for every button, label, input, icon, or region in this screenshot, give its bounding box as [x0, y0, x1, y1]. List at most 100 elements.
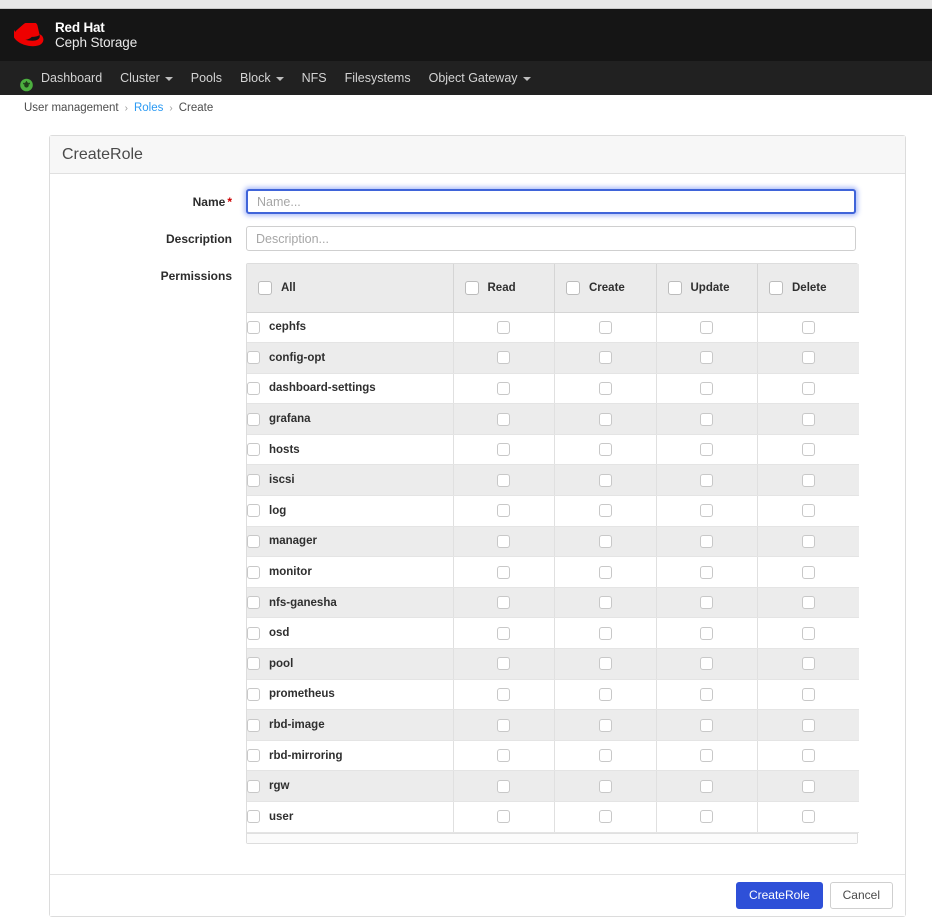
nav-item-pools[interactable]: Pools [182, 61, 231, 95]
checkbox-nfs-ganesha-update[interactable] [700, 596, 714, 610]
checkbox-header-update[interactable] [667, 280, 682, 295]
checkbox-header-delete[interactable] [769, 280, 783, 295]
checkbox-config-opt-delete[interactable] [802, 351, 815, 365]
checkbox-manager-delete[interactable] [802, 534, 815, 548]
checkbox-all-osd[interactable] [247, 626, 260, 640]
checkbox-config-opt-create[interactable] [598, 351, 612, 365]
create-role-submit-button[interactable]: CreateRole [735, 881, 823, 909]
nav-item-cluster[interactable]: Cluster [111, 61, 182, 95]
checkbox-iscsi-create[interactable] [598, 473, 612, 487]
checkbox-rbd-mirroring-update[interactable] [700, 749, 714, 763]
description-input[interactable] [246, 226, 856, 251]
checkbox-user-create[interactable] [598, 810, 612, 824]
checkbox-user-read[interactable] [497, 810, 511, 824]
checkbox-rbd-mirroring-read[interactable] [497, 749, 511, 763]
checkbox-header-all[interactable] [258, 280, 272, 295]
checkbox-rgw-read[interactable] [497, 779, 511, 793]
checkbox-manager-update[interactable] [700, 534, 714, 548]
checkbox-rbd-mirroring-delete[interactable] [802, 749, 815, 763]
checkbox-hosts-delete[interactable] [802, 443, 815, 457]
checkbox-nfs-ganesha-read[interactable] [497, 596, 511, 610]
checkbox-manager-create[interactable] [598, 534, 612, 548]
checkbox-all-user[interactable] [247, 810, 260, 824]
checkbox-osd-read[interactable] [497, 626, 511, 640]
breadcrumb-item-roles[interactable]: Roles [134, 102, 163, 114]
checkbox-all-manager[interactable] [247, 534, 260, 548]
checkbox-rbd-image-delete[interactable] [802, 718, 815, 732]
checkbox-all-grafana[interactable] [247, 412, 260, 426]
checkbox-all-cephfs[interactable] [247, 320, 260, 334]
checkbox-log-create[interactable] [598, 504, 612, 518]
checkbox-all-log[interactable] [247, 504, 260, 518]
checkbox-config-opt-update[interactable] [700, 351, 714, 365]
nav-item-nfs[interactable]: NFS [293, 61, 336, 95]
checkbox-log-delete[interactable] [802, 504, 815, 518]
checkbox-log-update[interactable] [700, 504, 714, 518]
checkbox-all-iscsi[interactable] [247, 473, 260, 487]
checkbox-rbd-image-create[interactable] [598, 718, 612, 732]
checkbox-all-prometheus[interactable] [247, 687, 260, 701]
checkbox-grafana-update[interactable] [700, 412, 714, 426]
checkbox-pool-delete[interactable] [802, 657, 815, 671]
checkbox-iscsi-read[interactable] [497, 473, 511, 487]
checkbox-cephfs-delete[interactable] [802, 320, 815, 334]
name-input[interactable] [246, 189, 856, 214]
checkbox-osd-create[interactable] [598, 626, 612, 640]
checkbox-all-rgw[interactable] [247, 779, 260, 793]
checkbox-dashboard-settings-read[interactable] [497, 381, 511, 395]
checkbox-all-dashboard-settings[interactable] [247, 381, 260, 395]
nav-item-dashboard[interactable]: Dashboard [10, 61, 111, 95]
checkbox-prometheus-create[interactable] [598, 687, 612, 701]
checkbox-all-rbd-image[interactable] [247, 718, 260, 732]
checkbox-user-update[interactable] [700, 810, 714, 824]
checkbox-dashboard-settings-create[interactable] [598, 381, 612, 395]
checkbox-cephfs-create[interactable] [598, 320, 612, 334]
checkbox-monitor-delete[interactable] [802, 565, 815, 579]
nav-item-object-gateway[interactable]: Object Gateway [420, 61, 540, 95]
checkbox-header-read[interactable] [464, 280, 479, 295]
checkbox-all-nfs-ganesha[interactable] [247, 596, 260, 610]
checkbox-cephfs-read[interactable] [497, 320, 511, 334]
checkbox-rgw-delete[interactable] [802, 779, 815, 793]
checkbox-all-hosts[interactable] [247, 443, 260, 457]
checkbox-monitor-update[interactable] [700, 565, 714, 579]
checkbox-grafana-read[interactable] [497, 412, 511, 426]
checkbox-manager-read[interactable] [497, 534, 511, 548]
checkbox-header-create[interactable] [566, 280, 580, 295]
checkbox-rbd-image-update[interactable] [700, 718, 714, 732]
checkbox-osd-update[interactable] [700, 626, 714, 640]
checkbox-hosts-create[interactable] [598, 443, 612, 457]
checkbox-iscsi-update[interactable] [700, 473, 714, 487]
checkbox-osd-delete[interactable] [802, 626, 815, 640]
checkbox-monitor-create[interactable] [598, 565, 612, 579]
checkbox-monitor-read[interactable] [497, 565, 511, 579]
checkbox-pool-read[interactable] [497, 657, 511, 671]
checkbox-pool-create[interactable] [598, 657, 612, 671]
nav-item-filesystems[interactable]: Filesystems [336, 61, 420, 95]
checkbox-hosts-update[interactable] [700, 443, 714, 457]
cancel-button[interactable]: Cancel [829, 881, 893, 909]
checkbox-config-opt-read[interactable] [497, 351, 511, 365]
checkbox-pool-update[interactable] [700, 657, 714, 671]
checkbox-log-read[interactable] [497, 504, 511, 518]
checkbox-hosts-read[interactable] [497, 443, 511, 457]
checkbox-rgw-update[interactable] [700, 779, 714, 793]
checkbox-grafana-delete[interactable] [802, 412, 815, 426]
checkbox-all-pool[interactable] [247, 657, 260, 671]
checkbox-nfs-ganesha-delete[interactable] [802, 596, 815, 610]
checkbox-rbd-image-read[interactable] [497, 718, 511, 732]
checkbox-dashboard-settings-update[interactable] [700, 381, 714, 395]
checkbox-all-monitor[interactable] [247, 565, 260, 579]
checkbox-dashboard-settings-delete[interactable] [802, 381, 815, 395]
checkbox-prometheus-delete[interactable] [802, 687, 815, 701]
checkbox-all-config-opt[interactable] [247, 351, 260, 365]
checkbox-all-rbd-mirroring[interactable] [247, 749, 260, 763]
checkbox-cephfs-update[interactable] [700, 320, 714, 334]
checkbox-rgw-create[interactable] [598, 779, 612, 793]
checkbox-prometheus-update[interactable] [700, 687, 714, 701]
checkbox-prometheus-read[interactable] [497, 687, 511, 701]
nav-item-block[interactable]: Block [231, 61, 293, 95]
checkbox-nfs-ganesha-create[interactable] [598, 596, 612, 610]
checkbox-rbd-mirroring-create[interactable] [598, 749, 612, 763]
checkbox-iscsi-delete[interactable] [802, 473, 815, 487]
